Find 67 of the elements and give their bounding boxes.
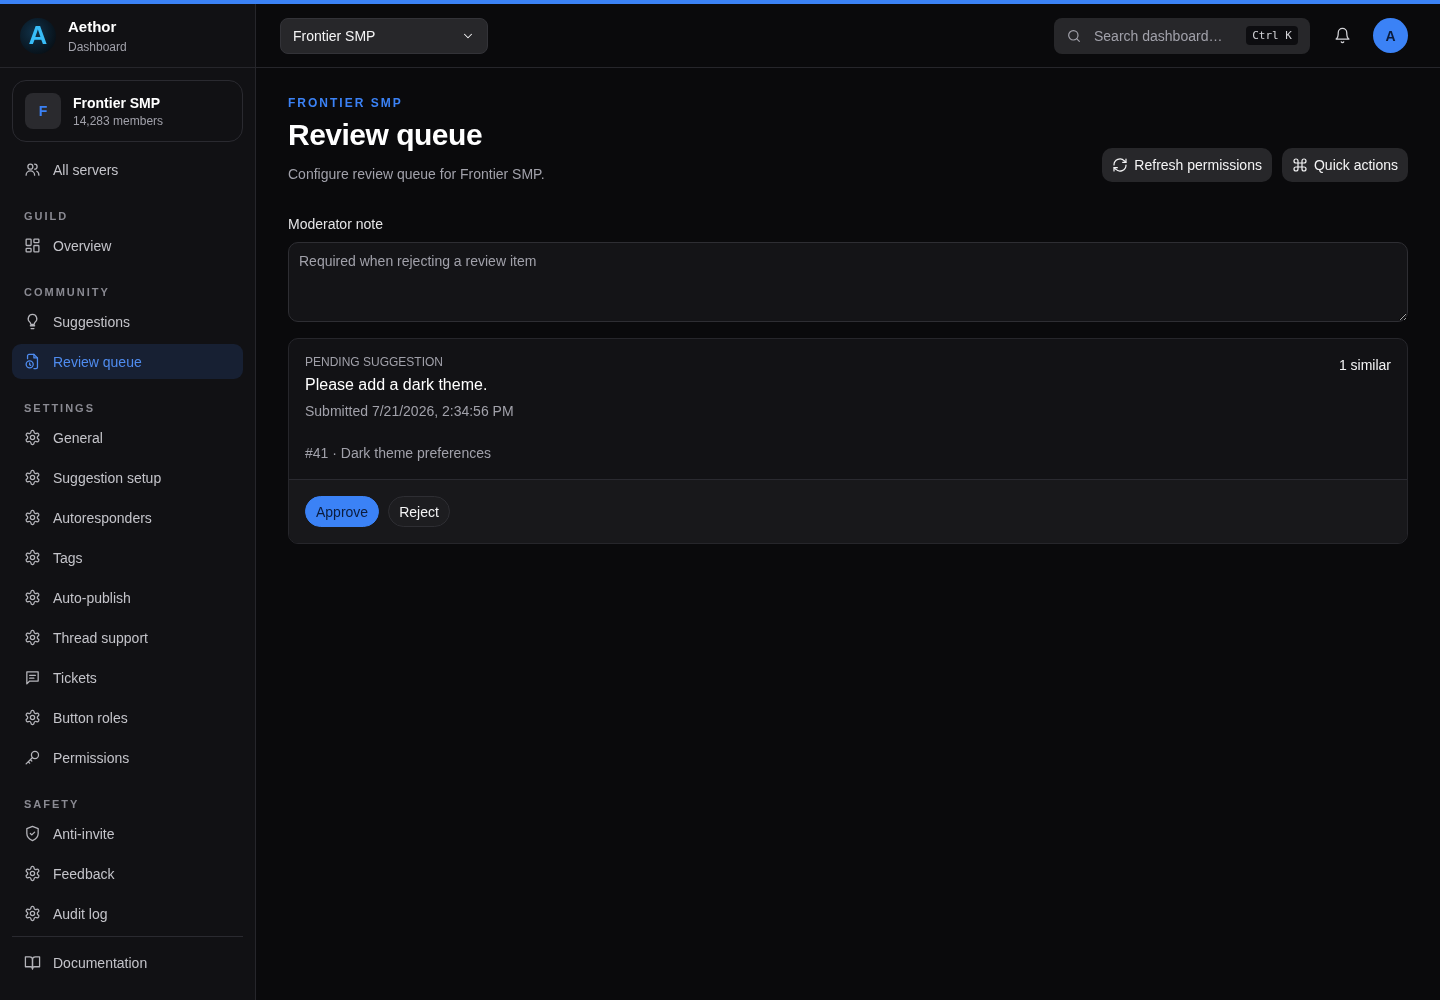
app-name: Aethor — [68, 17, 118, 35]
search-input[interactable]: Search dashboard… — [1092, 26, 1237, 45]
nav-item[interactable]: Auto-publish — [12, 580, 243, 615]
nav-item[interactable]: Review queue — [12, 344, 243, 379]
users-icon — [24, 161, 41, 178]
nav-item[interactable]: Anti-invite — [12, 816, 243, 851]
key-icon — [24, 749, 41, 766]
similar-count: 1 similar — [1338, 357, 1391, 375]
page-eyebrow: FRONTIER SMP — [288, 96, 404, 110]
shortcut-hint: Ctrl K — [1246, 26, 1298, 45]
page-description: Configure review queue for Frontier SMP. — [288, 166, 545, 182]
nav-item[interactable]: Suggestion setup — [12, 460, 243, 495]
server-card[interactable]: F Frontier SMP 14,283 members — [12, 80, 243, 142]
page-title: Review queue — [288, 118, 484, 152]
nav-item[interactable]: Thread support — [12, 620, 243, 655]
server-avatar: F — [25, 93, 61, 129]
nav-item[interactable]: Autoresponders — [12, 500, 243, 535]
nav-item[interactable]: Documentation — [12, 945, 243, 980]
grid-icon — [24, 237, 41, 254]
file-clock-icon — [24, 353, 41, 370]
nav-item[interactable]: All servers — [12, 152, 243, 187]
nav-item[interactable]: Feedback — [12, 856, 243, 891]
settings-icon — [24, 429, 41, 446]
command-icon — [1291, 157, 1308, 173]
book-icon — [24, 954, 41, 971]
note-field[interactable]: Required when rejecting a review item — [288, 242, 1408, 322]
settings-icon — [24, 865, 41, 882]
submitted-time: Submitted 7/21/2026, 2:34:56 PM — [305, 403, 514, 419]
refresh-icon — [1112, 157, 1129, 173]
nav-item[interactable]: Audit log — [12, 896, 243, 931]
nav-item[interactable]: Tickets — [12, 660, 243, 695]
suggestion-meta: #41 · Dark theme preferences — [305, 445, 492, 461]
section-heading: SETTINGS — [23, 401, 96, 416]
reject-button[interactable]: Reject — [388, 496, 450, 527]
suggestion-text: Please add a dark theme. — [305, 376, 489, 394]
bell-icon[interactable] — [1334, 27, 1351, 44]
nav-item[interactable]: General — [12, 420, 243, 455]
approve-button[interactable]: Approve — [305, 496, 380, 527]
settings-icon — [24, 709, 41, 726]
shield-check-icon — [24, 825, 41, 842]
message-icon — [24, 669, 41, 686]
nav-item[interactable]: Tags — [12, 540, 243, 575]
server-name: Frontier SMP — [73, 94, 162, 111]
settings-icon — [24, 509, 41, 526]
section-heading: GUILD — [23, 209, 70, 224]
settings-icon — [24, 549, 41, 566]
item-status: PENDING SUGGESTION — [305, 355, 445, 369]
nav-item[interactable]: Overview — [12, 228, 243, 263]
settings-icon — [24, 469, 41, 486]
nav-item[interactable]: Permissions — [12, 740, 243, 775]
search-field[interactable]: Search dashboard… Ctrl K — [1054, 17, 1310, 54]
section-heading: SAFETY — [23, 797, 81, 812]
logo: A — [20, 17, 56, 54]
settings-icon — [24, 589, 41, 606]
nav-item[interactable]: Suggestions — [12, 304, 243, 339]
server-select[interactable]: Frontier SMP — [280, 17, 488, 54]
nav-item[interactable]: Button roles — [12, 700, 243, 735]
search-icon — [1066, 27, 1082, 44]
field-label: Moderator note — [288, 216, 384, 232]
settings-icon — [24, 905, 41, 922]
settings-icon — [24, 629, 41, 646]
user-avatar[interactable]: A — [1373, 18, 1408, 53]
quick-actions-button[interactable]: Quick actions — [1281, 148, 1408, 182]
app-subtitle: Dashboard — [68, 39, 127, 54]
member-count: 14,283 members — [73, 113, 164, 128]
section-heading: COMMUNITY — [23, 285, 111, 300]
refresh-button[interactable]: Refresh permissions — [1102, 148, 1272, 182]
